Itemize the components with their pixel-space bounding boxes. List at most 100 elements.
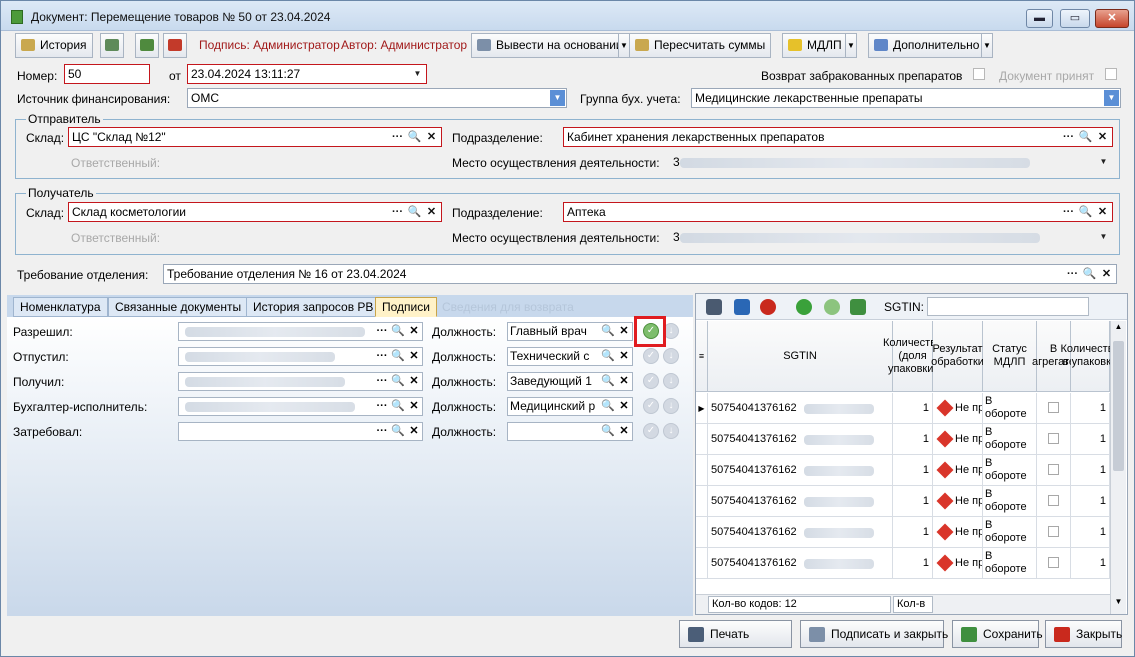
search-icon[interactable]: 🔍 [406,129,423,145]
search-icon[interactable]: 🔍 [600,423,616,440]
sign-check-icon[interactable]: ✓ [643,373,659,389]
vertical-scrollbar[interactable]: ▲ ▼ [1110,321,1126,614]
search-icon[interactable]: 🔍 [390,323,406,340]
minimize-button[interactable]: ▬ [1026,9,1053,28]
receiver-department-field[interactable]: Аптека ··· 🔍 ✕ [563,202,1113,222]
sign-check-icon[interactable]: ✓ [643,398,659,414]
search-icon[interactable]: 🔍 [600,323,616,340]
more-icon[interactable]: ··· [374,373,390,390]
position-field[interactable]: Технический с 🔍 ✕ [507,347,633,366]
sender-warehouse-field[interactable]: ЦС "Склад №12" ··· 🔍 ✕ [68,127,442,147]
extra-dropdown[interactable]: ▼ [981,33,993,58]
more-icon[interactable]: ··· [1060,204,1077,220]
save-icon[interactable] [734,299,750,315]
clear-icon[interactable]: ✕ [406,373,422,390]
aggregate-checkbox[interactable] [1048,433,1059,444]
close-button[interactable]: Закрыть [1045,620,1122,648]
signer-field[interactable]: ··· 🔍 ✕ [178,347,423,366]
clear-icon[interactable]: ✕ [616,323,632,340]
requirement-field[interactable]: Требование отделения № 16 от 23.04.2024 … [163,264,1117,284]
search-icon[interactable]: 🔍 [600,398,616,415]
search-icon[interactable]: 🔍 [1077,129,1094,145]
sender-department-field[interactable]: Кабинет хранения лекарственных препарато… [563,127,1113,147]
signer-field[interactable]: ··· 🔍 ✕ [178,322,423,341]
maximize-button[interactable]: ▭ [1060,9,1090,28]
extra-button[interactable]: Дополнительно [868,33,982,58]
sender-place-dropdown[interactable]: ▼ [1096,154,1111,170]
date-field[interactable]: 23.04.2024 13:11:27 ▼ [187,64,427,84]
receiver-place-dropdown[interactable]: ▼ [1096,229,1111,245]
unsign-doc-button[interactable] [163,33,187,58]
table-view-button[interactable] [100,33,124,58]
search-icon[interactable]: 🔍 [390,373,406,390]
more-icon[interactable]: ··· [389,204,406,220]
accepted-checkbox[interactable] [1105,68,1117,80]
search-icon[interactable]: 🔍 [390,398,406,415]
mdlp-button[interactable]: МДЛП [782,33,846,58]
scroll-down-icon[interactable]: ▼ [1112,597,1125,611]
aggregate-checkbox[interactable] [1048,402,1059,413]
position-field[interactable]: 🔍 ✕ [507,422,633,441]
sign-close-button[interactable]: Подписать и закрыть [800,620,948,648]
clear-icon[interactable]: ✕ [406,398,422,415]
table-row[interactable]: 50754041376162 1 Не пр В обороте 1 [696,424,1110,455]
aggregate-checkbox[interactable] [1048,464,1059,475]
clear-icon[interactable]: ✕ [423,204,440,220]
tab-nomenclature[interactable]: Номенклатура [13,297,108,317]
more-icon[interactable]: ··· [374,348,390,365]
clear-icon[interactable]: ✕ [423,129,440,145]
date-dropdown[interactable]: ▼ [410,66,425,82]
sign-check-icon[interactable]: ✓ [643,348,659,364]
save-button[interactable]: Сохранить [952,620,1043,648]
clear-icon[interactable]: ✕ [1094,129,1111,145]
position-field[interactable]: Медицинский р 🔍 ✕ [507,397,633,416]
search-icon[interactable]: 🔍 [390,348,406,365]
search-icon[interactable]: 🔍 [1081,266,1098,282]
search-icon[interactable]: 🔍 [600,348,616,365]
tab-rv-history[interactable]: История запросов РВ [246,297,381,317]
receiver-warehouse-field[interactable]: Склад косметологии ··· 🔍 ✕ [68,202,442,222]
clear-icon[interactable]: ✕ [406,423,422,440]
column-header-pack-qty[interactable]: Количество в упаковке [1060,321,1110,392]
print-button[interactable]: Печать [679,620,792,648]
more-icon[interactable]: ··· [374,323,390,340]
clear-icon[interactable]: ✕ [616,398,632,415]
reload-icon[interactable] [824,299,840,315]
aggregate-checkbox[interactable] [1048,526,1059,537]
signer-field[interactable]: ··· 🔍 ✕ [178,397,423,416]
table-row[interactable]: 50754041376162 1 Не пр В обороте 1 [696,455,1110,486]
excel-icon[interactable] [850,299,866,315]
clear-icon[interactable]: ✕ [616,348,632,365]
funding-dropdown[interactable]: ▼ [550,90,565,106]
signer-field[interactable]: ··· 🔍 ✕ [178,372,423,391]
sign-check-icon[interactable]: ✓ [643,423,659,439]
recalc-button[interactable]: Пересчитать суммы [629,33,771,58]
clear-icon[interactable]: ✕ [616,373,632,390]
search-icon[interactable]: 🔍 [390,423,406,440]
scroll-thumb[interactable] [1113,341,1124,471]
receiver-place-select[interactable]: 3 ▼ [669,227,1113,247]
tab-signatures[interactable]: Подписи [375,297,437,317]
sender-place-select[interactable]: 3 ▼ [669,152,1113,172]
sign-doc-button[interactable] [135,33,159,58]
more-icon[interactable]: ··· [1060,129,1077,145]
column-header-result[interactable]: Результат обработки [931,321,984,392]
accounting-group-select[interactable]: Медицинские лекарственные препараты ▼ [691,88,1121,108]
clear-icon[interactable]: ✕ [406,348,422,365]
table-row[interactable]: 50754041376162 1 Не пр В обороте 1 [696,548,1110,579]
table-row[interactable]: 50754041376162 1 Не пр В обороте 1 [696,517,1110,548]
stop-icon[interactable] [760,299,776,315]
column-header-qty[interactable]: Количество (доля упаковки) [883,321,942,392]
clear-icon[interactable]: ✕ [1098,266,1115,282]
position-field[interactable]: Заведующий 1 🔍 ✕ [507,372,633,391]
report-icon[interactable] [706,299,722,315]
search-icon[interactable]: 🔍 [600,373,616,390]
clear-icon[interactable]: ✕ [406,323,422,340]
signer-field[interactable]: ··· 🔍 ✕ [178,422,423,441]
search-icon[interactable]: 🔍 [406,204,423,220]
clear-icon[interactable]: ✕ [616,423,632,440]
tab-related-documents[interactable]: Связанные документы [108,297,249,317]
funding-select[interactable]: ОМС ▼ [187,88,567,108]
aggregate-checkbox[interactable] [1048,495,1059,506]
scroll-up-icon[interactable]: ▲ [1112,322,1125,336]
